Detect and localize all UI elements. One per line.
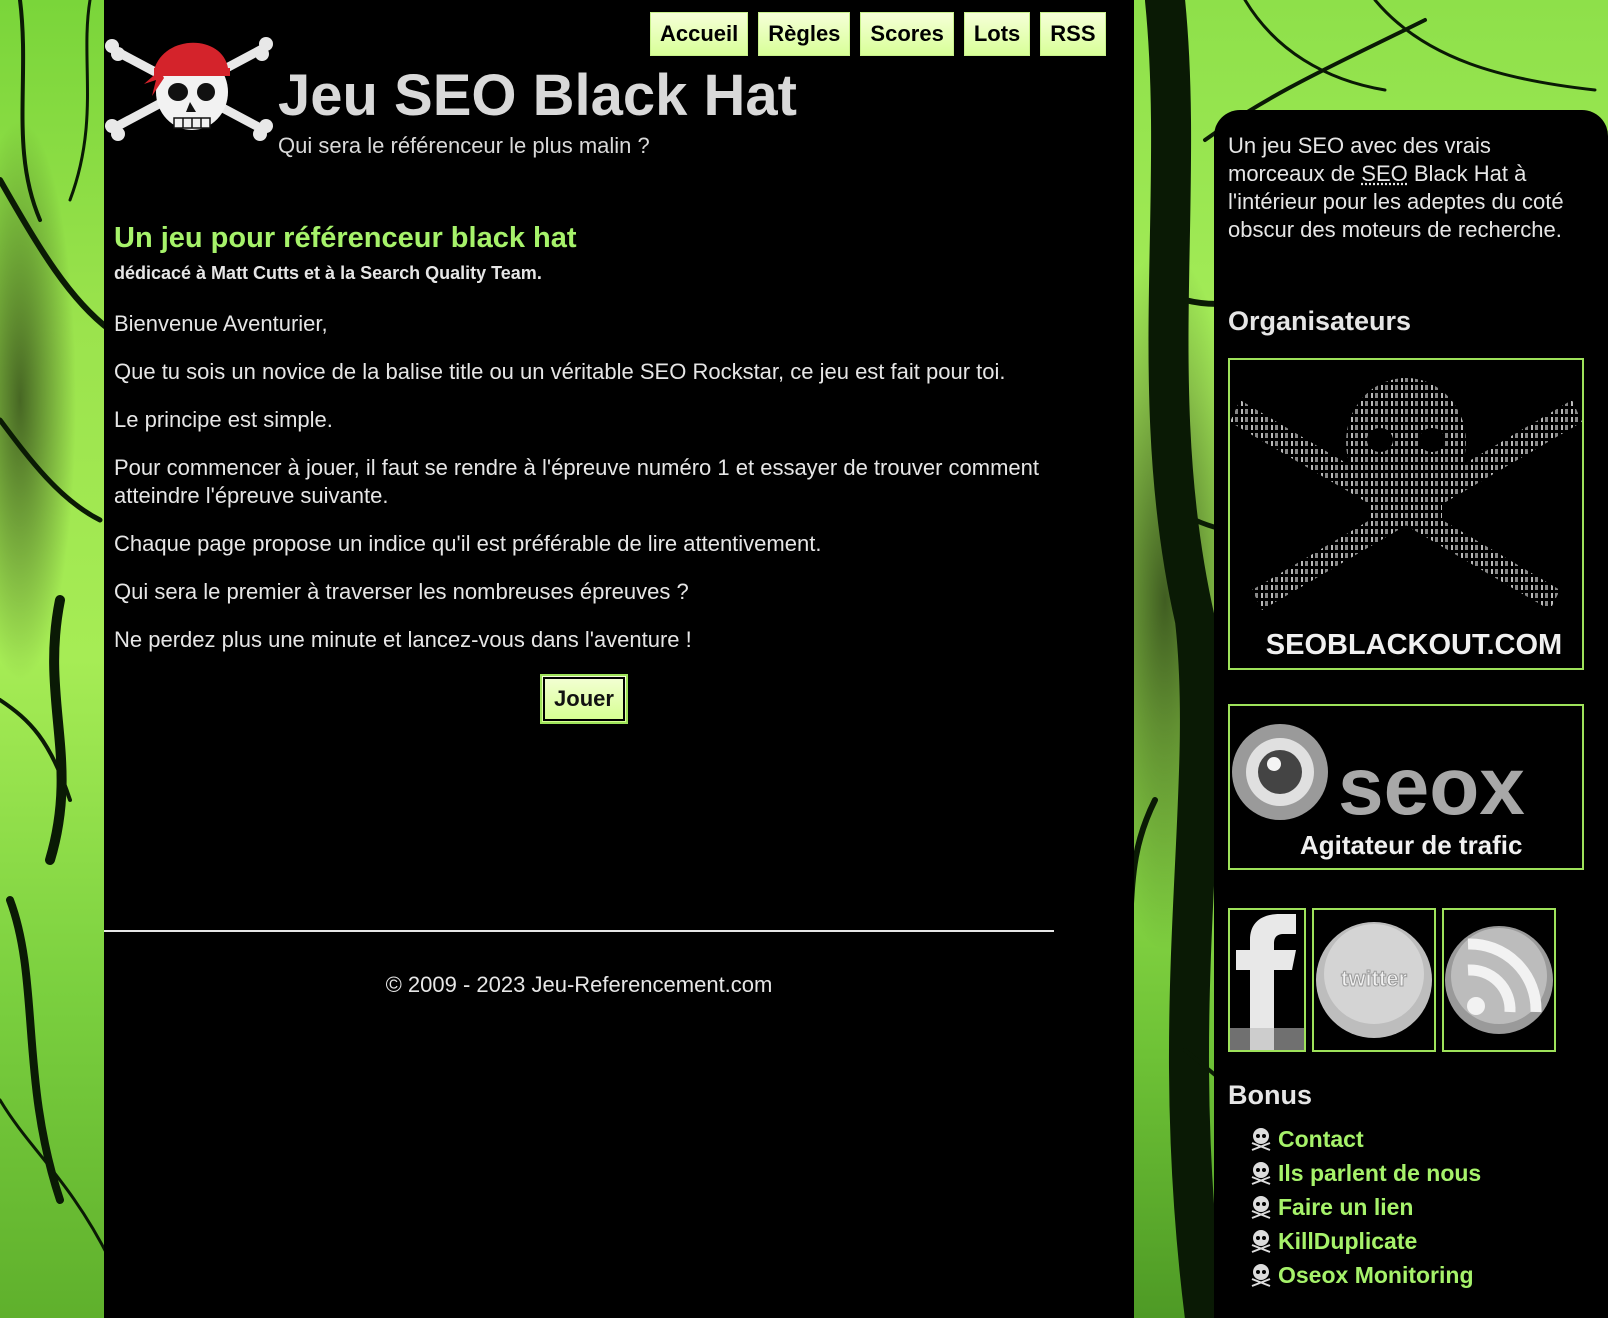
nav-accueil[interactable]: Accueil (650, 12, 749, 56)
list-item: Oseox Monitoring (1250, 1258, 1481, 1292)
list-item: Faire un lien (1250, 1190, 1481, 1224)
footer-divider (104, 930, 1054, 932)
play-button[interactable]: Jouer (540, 674, 628, 724)
bonus-link-contact[interactable]: Contact (1278, 1126, 1364, 1153)
seoblackout-banner[interactable]: SEOBLACKOUT.COM (1228, 358, 1584, 670)
oseox-wordmark: seox (1338, 741, 1525, 832)
twitter-icon: twitter (1316, 922, 1432, 1038)
bonus-heading: Bonus (1228, 1080, 1312, 1110)
rss-icon (1445, 926, 1553, 1034)
site-tagline: Qui sera le référenceur le plus malin ? (278, 133, 650, 158)
site-title: Jeu SEO Black Hat (278, 63, 797, 128)
pirate-skull-logo[interactable] (104, 30, 274, 148)
bonus-link-oseox-monitoring[interactable]: Oseox Monitoring (1278, 1262, 1474, 1289)
paragraph: Chaque page propose un indice qu'il est … (114, 531, 822, 556)
seoblackout-caption: SEOBLACKOUT.COM (1266, 629, 1562, 661)
skull-icon (1251, 1162, 1271, 1185)
nav-lots[interactable]: Lots (963, 12, 1031, 56)
skull-icon (1251, 1128, 1271, 1151)
dedication-text: dédicacé à Matt Cutts et à la Search Qua… (114, 263, 542, 283)
skull-icon (1251, 1230, 1271, 1253)
play-button-wrapper: Jouer (114, 674, 1054, 724)
list-item: Ils parlent de nous (1250, 1156, 1481, 1190)
page-heading: Un jeu pour référenceur black hat (114, 222, 577, 254)
sidebar-intro: Un jeu SEO avec des vrais morceaux de SE… (1228, 132, 1568, 244)
bonus-link-faire-un-lien[interactable]: Faire un lien (1278, 1194, 1413, 1221)
facebook-link[interactable] (1228, 908, 1306, 1052)
bonus-link-ils-parlent-de-nous[interactable]: Ils parlent de nous (1278, 1160, 1481, 1187)
list-item: Contact (1250, 1122, 1481, 1156)
seoblackout-skull-icon: SEOBLACKOUT.COM (1230, 378, 1582, 661)
paragraph: Que tu sois un novice de la balise title… (114, 359, 1006, 384)
oseox-logo-icon: seox Agitateur de trafic (1232, 724, 1525, 860)
twitter-label: twitter (1341, 966, 1407, 991)
skull-icon (1251, 1264, 1271, 1287)
paragraph: Ne perdez plus une minute et lancez-vous… (114, 627, 692, 652)
bonus-links: Contact Ils parlent de nous Faire un lie… (1250, 1122, 1481, 1292)
oseox-caption: Agitateur de trafic (1300, 830, 1523, 860)
nav-rss[interactable]: RSS (1040, 12, 1106, 56)
nav-regles[interactable]: Règles (758, 12, 851, 56)
intro-paragraphs: Bienvenue Aventurier, Que tu sois un nov… (114, 310, 1054, 654)
main-content: Un jeu pour référenceur black hat dédica… (114, 222, 1054, 724)
paragraph: Bienvenue Aventurier, (114, 311, 328, 336)
oseox-banner[interactable]: seox Agitateur de trafic (1228, 704, 1584, 870)
seo-abbreviation: SEO (1361, 161, 1408, 186)
nav-scores[interactable]: Scores (860, 12, 954, 56)
skull-icon (1251, 1196, 1271, 1219)
copyright-text: © 2009 - 2023 Jeu-Referencement.com (385, 972, 773, 997)
top-navigation: Accueil Règles Scores Lots RSS (650, 12, 1106, 56)
twitter-link[interactable]: twitter (1312, 908, 1436, 1052)
paragraph: Pour commencer à jouer, il faut se rendr… (114, 455, 1039, 508)
facebook-icon (1230, 910, 1304, 1050)
rss-link[interactable] (1442, 908, 1556, 1052)
list-item: KillDuplicate (1250, 1224, 1481, 1258)
paragraph: Qui sera le premier à traverser les nomb… (114, 579, 689, 604)
organizers-heading: Organisateurs (1228, 306, 1412, 336)
forest-background-left (0, 0, 120, 1318)
bonus-link-killduplicate[interactable]: KillDuplicate (1278, 1228, 1417, 1255)
paragraph: Le principe est simple. (114, 407, 333, 432)
sidebar: Un jeu SEO avec des vrais morceaux de SE… (1214, 110, 1608, 1318)
